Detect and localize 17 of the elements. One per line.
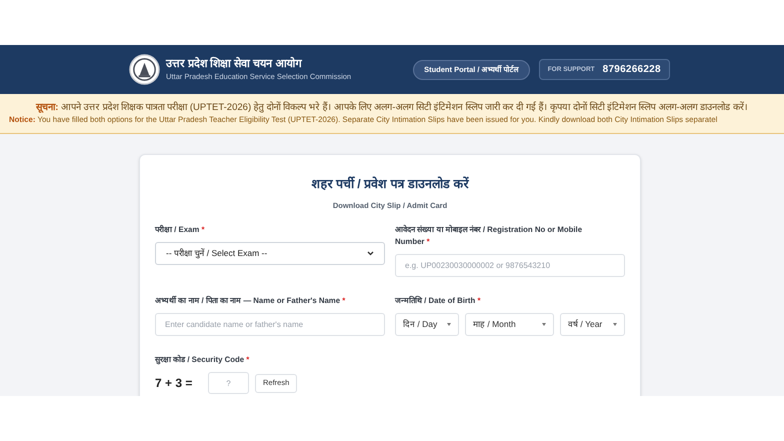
caret-icon <box>447 323 451 326</box>
input-field[interactable]: Enter candidate name or father's name <box>155 313 385 336</box>
chevron-down-icon <box>367 251 374 256</box>
input-field[interactable]: e.g. UP00230030000002 or 9876543210 <box>395 254 625 277</box>
caret-icon <box>542 323 546 326</box>
form-title: शहर पर्ची / प्रवेश पत्र डाउनलोड करें <box>310 176 470 193</box>
captcha-input[interactable]: ? <box>208 372 249 394</box>
emblem-icon <box>129 54 160 85</box>
captcha-question: 7 + 3 = <box>155 375 194 392</box>
notice-hindi: सूचना: आपने उत्तर प्रदेश शिक्षक पात्रता परीक्षा (UPTET-2026) हेतु दोनों विकल्प भरे हैं। आपके लिए अलग-अलग सिटी इंटिमेशन स्लिप जारी कर दी गई हैं। कृपया दोनों सिटी इंटिमेशन स्लिप अलग-अलग डाउनलोड करें। <box>36 103 748 113</box>
date-select[interactable]: दिन / Day <box>395 313 459 336</box>
caret-icon <box>613 323 617 326</box>
support-number: 8796266228 <box>602 63 661 77</box>
exam-select[interactable]: -- परीक्षा चुनें / Select Exam -- <box>155 242 385 265</box>
date-select[interactable]: माह / Month <box>465 313 554 336</box>
date-select[interactable]: वर्ष / Year <box>560 313 625 336</box>
commission-title: उत्तर प्रदेश शिक्षा सेवा चयन आयोग <box>166 58 303 72</box>
